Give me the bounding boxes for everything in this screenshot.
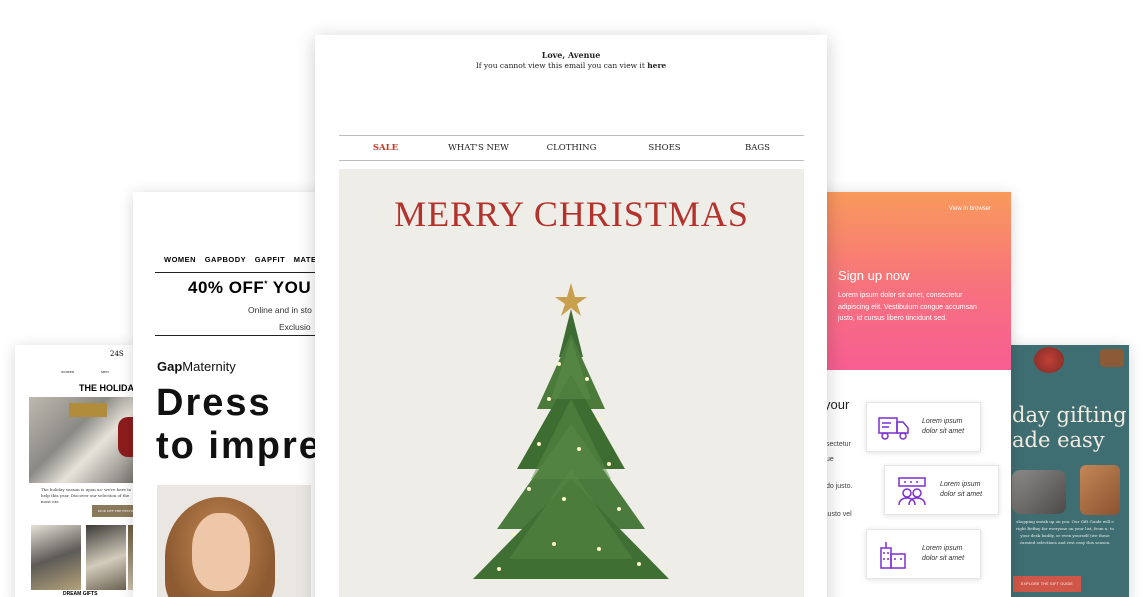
brand-logo: 24S — [110, 350, 124, 358]
view-online-line: If you cannot view this email you can vi… — [475, 61, 667, 70]
gift-bow-image — [1034, 347, 1064, 373]
divider — [339, 135, 804, 136]
body-text-fragment: sectetur — [826, 441, 851, 448]
explore-gift-guide-button[interactable]: EXPLORE THE GIFT GUIDE — [1013, 576, 1081, 592]
section-title: DREAM GIFTS — [63, 591, 98, 597]
email-preview-24s: 24S WOMEN MEN THE HOLIDAY The holiday se… — [15, 345, 140, 597]
nav-link-men[interactable]: MEN — [101, 370, 109, 374]
view-in-browser-link[interactable]: View in browser — [949, 206, 991, 212]
divider — [339, 160, 804, 161]
email-nav: SALE WHAT'S NEW CLOTHING SHOES BAGS — [339, 143, 804, 153]
feature-card: Lorem ipsum dolor sit amet — [866, 529, 981, 579]
truck-icon — [877, 413, 911, 443]
feature-card: Lorem ipsum dolor sit amet — [884, 465, 999, 515]
nav-link-gapbody[interactable]: GAPBODY — [205, 255, 246, 264]
nav-link-clothing[interactable]: CLOTHING — [525, 143, 618, 153]
email-title: THE HOLIDAY — [79, 383, 140, 393]
nav-link-sale[interactable]: SALE — [339, 143, 432, 153]
product-thumbnail[interactable] — [31, 525, 81, 590]
sender-line: Love, Avenue — [541, 50, 601, 60]
nav-link-whats-new[interactable]: WHAT'S NEW — [432, 143, 525, 153]
buildings-icon — [877, 540, 911, 570]
section-heading: your — [824, 397, 850, 412]
feature-text: Lorem ipsum dolor sit amet — [922, 545, 965, 562]
feature-text: Lorem ipsum dolor sit amet — [940, 481, 983, 498]
feature-card: Lorem ipsum dolor sit amet — [866, 402, 981, 452]
divider — [155, 272, 333, 273]
email-preview-signup: View in browser Sign up now Lorem ipsum … — [814, 192, 1011, 597]
nav-link-women[interactable]: WOMEN — [61, 370, 74, 374]
gifting-body-text: shopping sneak up on you. Our Gift Guide… — [1016, 519, 1114, 545]
feature-text: Lorem ipsum dolor sit amet — [922, 418, 965, 435]
users-chat-icon — [895, 476, 929, 506]
product-thumbnail[interactable] — [86, 525, 126, 590]
body-text-fragment: ue — [826, 456, 834, 463]
promo-subtext: Exclusio — [279, 322, 311, 332]
banner-title: MERRY CHRISTMAS — [394, 194, 749, 234]
promo-subtext: Online and in sto — [248, 305, 312, 315]
hero-image — [29, 397, 140, 483]
promo-heading: 40% OFF* YOU — [188, 278, 312, 297]
email-nav: WOMEN GAPBODY GAPFIT MATERNIT — [164, 255, 333, 264]
signup-heading: Sign up now — [838, 268, 910, 283]
christmas-banner: MERRY CHRISTMAS — [339, 169, 804, 597]
nav-link-shoes[interactable]: SHOES — [618, 143, 711, 153]
nav-link-bags[interactable]: BAGS — [711, 143, 804, 153]
email-body-text: The holiday season is upon us: we're her… — [41, 487, 132, 504]
brand-logo: GapMaternity — [157, 359, 236, 374]
decor-image — [1100, 349, 1124, 367]
headline: Dress to impre — [156, 382, 322, 467]
model-photo — [157, 485, 311, 597]
body-text-fragment: justo vel — [826, 511, 852, 518]
body-text-fragment: do justo. — [826, 483, 853, 490]
nav-link-women[interactable]: WOMEN — [164, 255, 196, 264]
product-image — [1080, 465, 1120, 515]
christmas-tree-image — [473, 283, 669, 579]
hero-image-detail — [69, 403, 107, 417]
divider — [155, 335, 333, 336]
signup-body-text: Lorem ipsum dolor sit amet, consectetur … — [838, 292, 977, 322]
email-preview-gifting: day gifting ade easy shopping sneak up on… — [1004, 345, 1129, 597]
email-preview-gap: WOMEN GAPBODY GAPFIT MATERNIT 40% OFF* Y… — [133, 192, 333, 597]
nav-link-gapfit[interactable]: GAPFIT — [255, 255, 286, 264]
model-photo-detail — [192, 513, 250, 591]
view-online-link[interactable]: here — [647, 61, 666, 70]
product-image — [1012, 470, 1066, 514]
email-preview-christmas: Love, Avenue If you cannot view this ema… — [315, 35, 827, 597]
gifting-heading: day gifting ade easy — [1012, 403, 1127, 452]
